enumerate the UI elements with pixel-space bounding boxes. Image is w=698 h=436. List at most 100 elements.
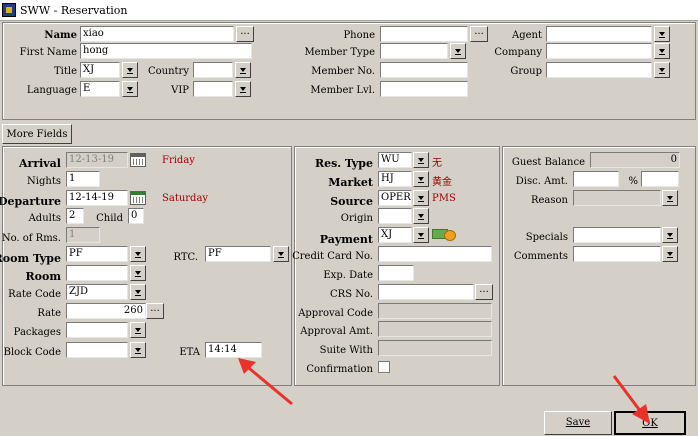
nights-field[interactable]: 1 [66,171,100,187]
source-dropdown-button[interactable] [413,190,429,206]
arrival-calendar-icon[interactable] [130,153,146,167]
market-field[interactable]: HJ [378,171,412,187]
exp-date-label: Exp. Date [323,270,373,281]
block-code-label: Block Code [3,347,61,358]
group-label: Group [510,66,542,77]
specials-label: Specials [525,232,568,243]
specials-dropdown-button[interactable] [662,227,678,243]
payment-dropdown-button[interactable] [413,227,429,243]
source-field[interactable]: OPERA [378,190,412,206]
packages-dropdown-button[interactable] [130,322,146,338]
rooms-field[interactable]: 1 [66,227,100,243]
rate-field[interactable]: 260 [66,303,146,319]
agent-field[interactable] [546,26,652,42]
market-dropdown-button[interactable] [413,171,429,187]
packages-field[interactable] [66,322,128,338]
rate-code-dropdown-button[interactable] [130,284,146,300]
member-lvl-field[interactable] [380,81,468,97]
source-label: Source [330,195,373,208]
member-no-label: Member No. [311,66,375,77]
member-no-field[interactable] [380,62,468,78]
res-type-field[interactable]: WU [378,152,412,168]
more-fields-button[interactable]: More Fields [2,124,72,144]
credit-card-field[interactable] [378,246,492,262]
name-field[interactable]: xiao [80,26,234,42]
agent-dropdown-button[interactable] [654,26,670,42]
company-dropdown-button[interactable] [654,43,670,59]
group-field[interactable] [546,62,652,78]
vip-field[interactable] [193,81,233,97]
percent-label: % [628,176,638,187]
origin-field[interactable] [378,208,412,224]
suite-with-field[interactable] [378,340,492,356]
country-label: Country [147,66,189,77]
language-label: Language [26,85,77,96]
exp-date-field[interactable] [378,265,414,281]
room-type-field[interactable]: PF [66,246,128,262]
group-dropdown-button[interactable] [654,62,670,78]
language-dropdown-button[interactable] [122,81,138,97]
block-code-dropdown-button[interactable] [130,342,146,358]
res-type-label: Res. Type [314,157,373,170]
rate-lookup-button[interactable]: ... [146,303,164,319]
departure-field[interactable]: 12-14-19 [66,190,128,206]
first-name-field[interactable]: hong [80,43,252,59]
phone-lookup-button[interactable]: ... [470,26,488,42]
member-type-dropdown-button[interactable] [450,43,466,59]
room-type-dropdown-button[interactable] [130,246,146,262]
room-field[interactable] [66,265,128,281]
eta-label: ETA [179,347,200,358]
title-dropdown-button[interactable] [122,62,138,78]
comments-dropdown-button[interactable] [662,246,678,262]
company-field[interactable] [546,43,652,59]
disc-amt-field[interactable] [573,171,619,187]
specials-field[interactable] [573,227,661,243]
rtc-field[interactable]: PF [205,246,271,262]
rtc-dropdown-button[interactable] [273,246,289,262]
member-type-label: Member Type [304,47,375,58]
res-type-description: 无 [432,158,442,169]
origin-dropdown-button[interactable] [413,208,429,224]
country-field[interactable] [193,62,233,78]
adults-field[interactable]: 2 [66,208,84,224]
phone-field[interactable] [380,26,468,42]
approval-amt-field[interactable] [378,321,492,337]
percent-field[interactable] [641,171,679,187]
reason-field[interactable] [573,190,661,206]
room-type-label: Room Type [0,252,61,265]
comments-field[interactable] [573,246,661,262]
ok-button[interactable]: OK [614,411,686,435]
language-field[interactable]: E [80,81,120,97]
market-description: 黄金 [432,177,452,188]
crs-no-label: CRS No. [330,289,373,300]
country-dropdown-button[interactable] [235,62,251,78]
arrival-field[interactable]: 12-13-19 [66,152,128,168]
member-type-field[interactable] [380,43,448,59]
child-label: Child [96,213,123,224]
comments-label: Comments [513,251,568,262]
confirmation-checkbox[interactable] [378,361,390,373]
reason-dropdown-button[interactable] [662,190,678,206]
res-type-dropdown-button[interactable] [413,152,429,168]
title-field[interactable]: XJ [80,62,120,78]
market-label: Market [328,176,373,189]
rate-code-field[interactable]: ZJD [66,284,128,300]
child-field[interactable]: 0 [128,208,144,224]
eta-field[interactable]: 14:14 [205,342,262,358]
departure-calendar-icon[interactable] [130,191,146,205]
name-lookup-button[interactable]: ... [236,26,254,42]
payment-money-icon[interactable] [432,227,458,241]
payment-field[interactable]: XJ [378,227,412,243]
title-label: Title [53,66,77,77]
crs-no-lookup-button[interactable]: ... [475,284,493,300]
block-code-field[interactable] [66,342,128,358]
app-icon [2,3,16,17]
vip-dropdown-button[interactable] [235,81,251,97]
save-button[interactable]: Save [544,411,612,435]
crs-no-field[interactable] [378,284,474,300]
payment-label: Payment [319,233,373,246]
room-dropdown-button[interactable] [130,265,146,281]
approval-code-field[interactable] [378,303,492,319]
rate-label: Rate [37,308,61,319]
departure-label: Departure [0,195,61,208]
